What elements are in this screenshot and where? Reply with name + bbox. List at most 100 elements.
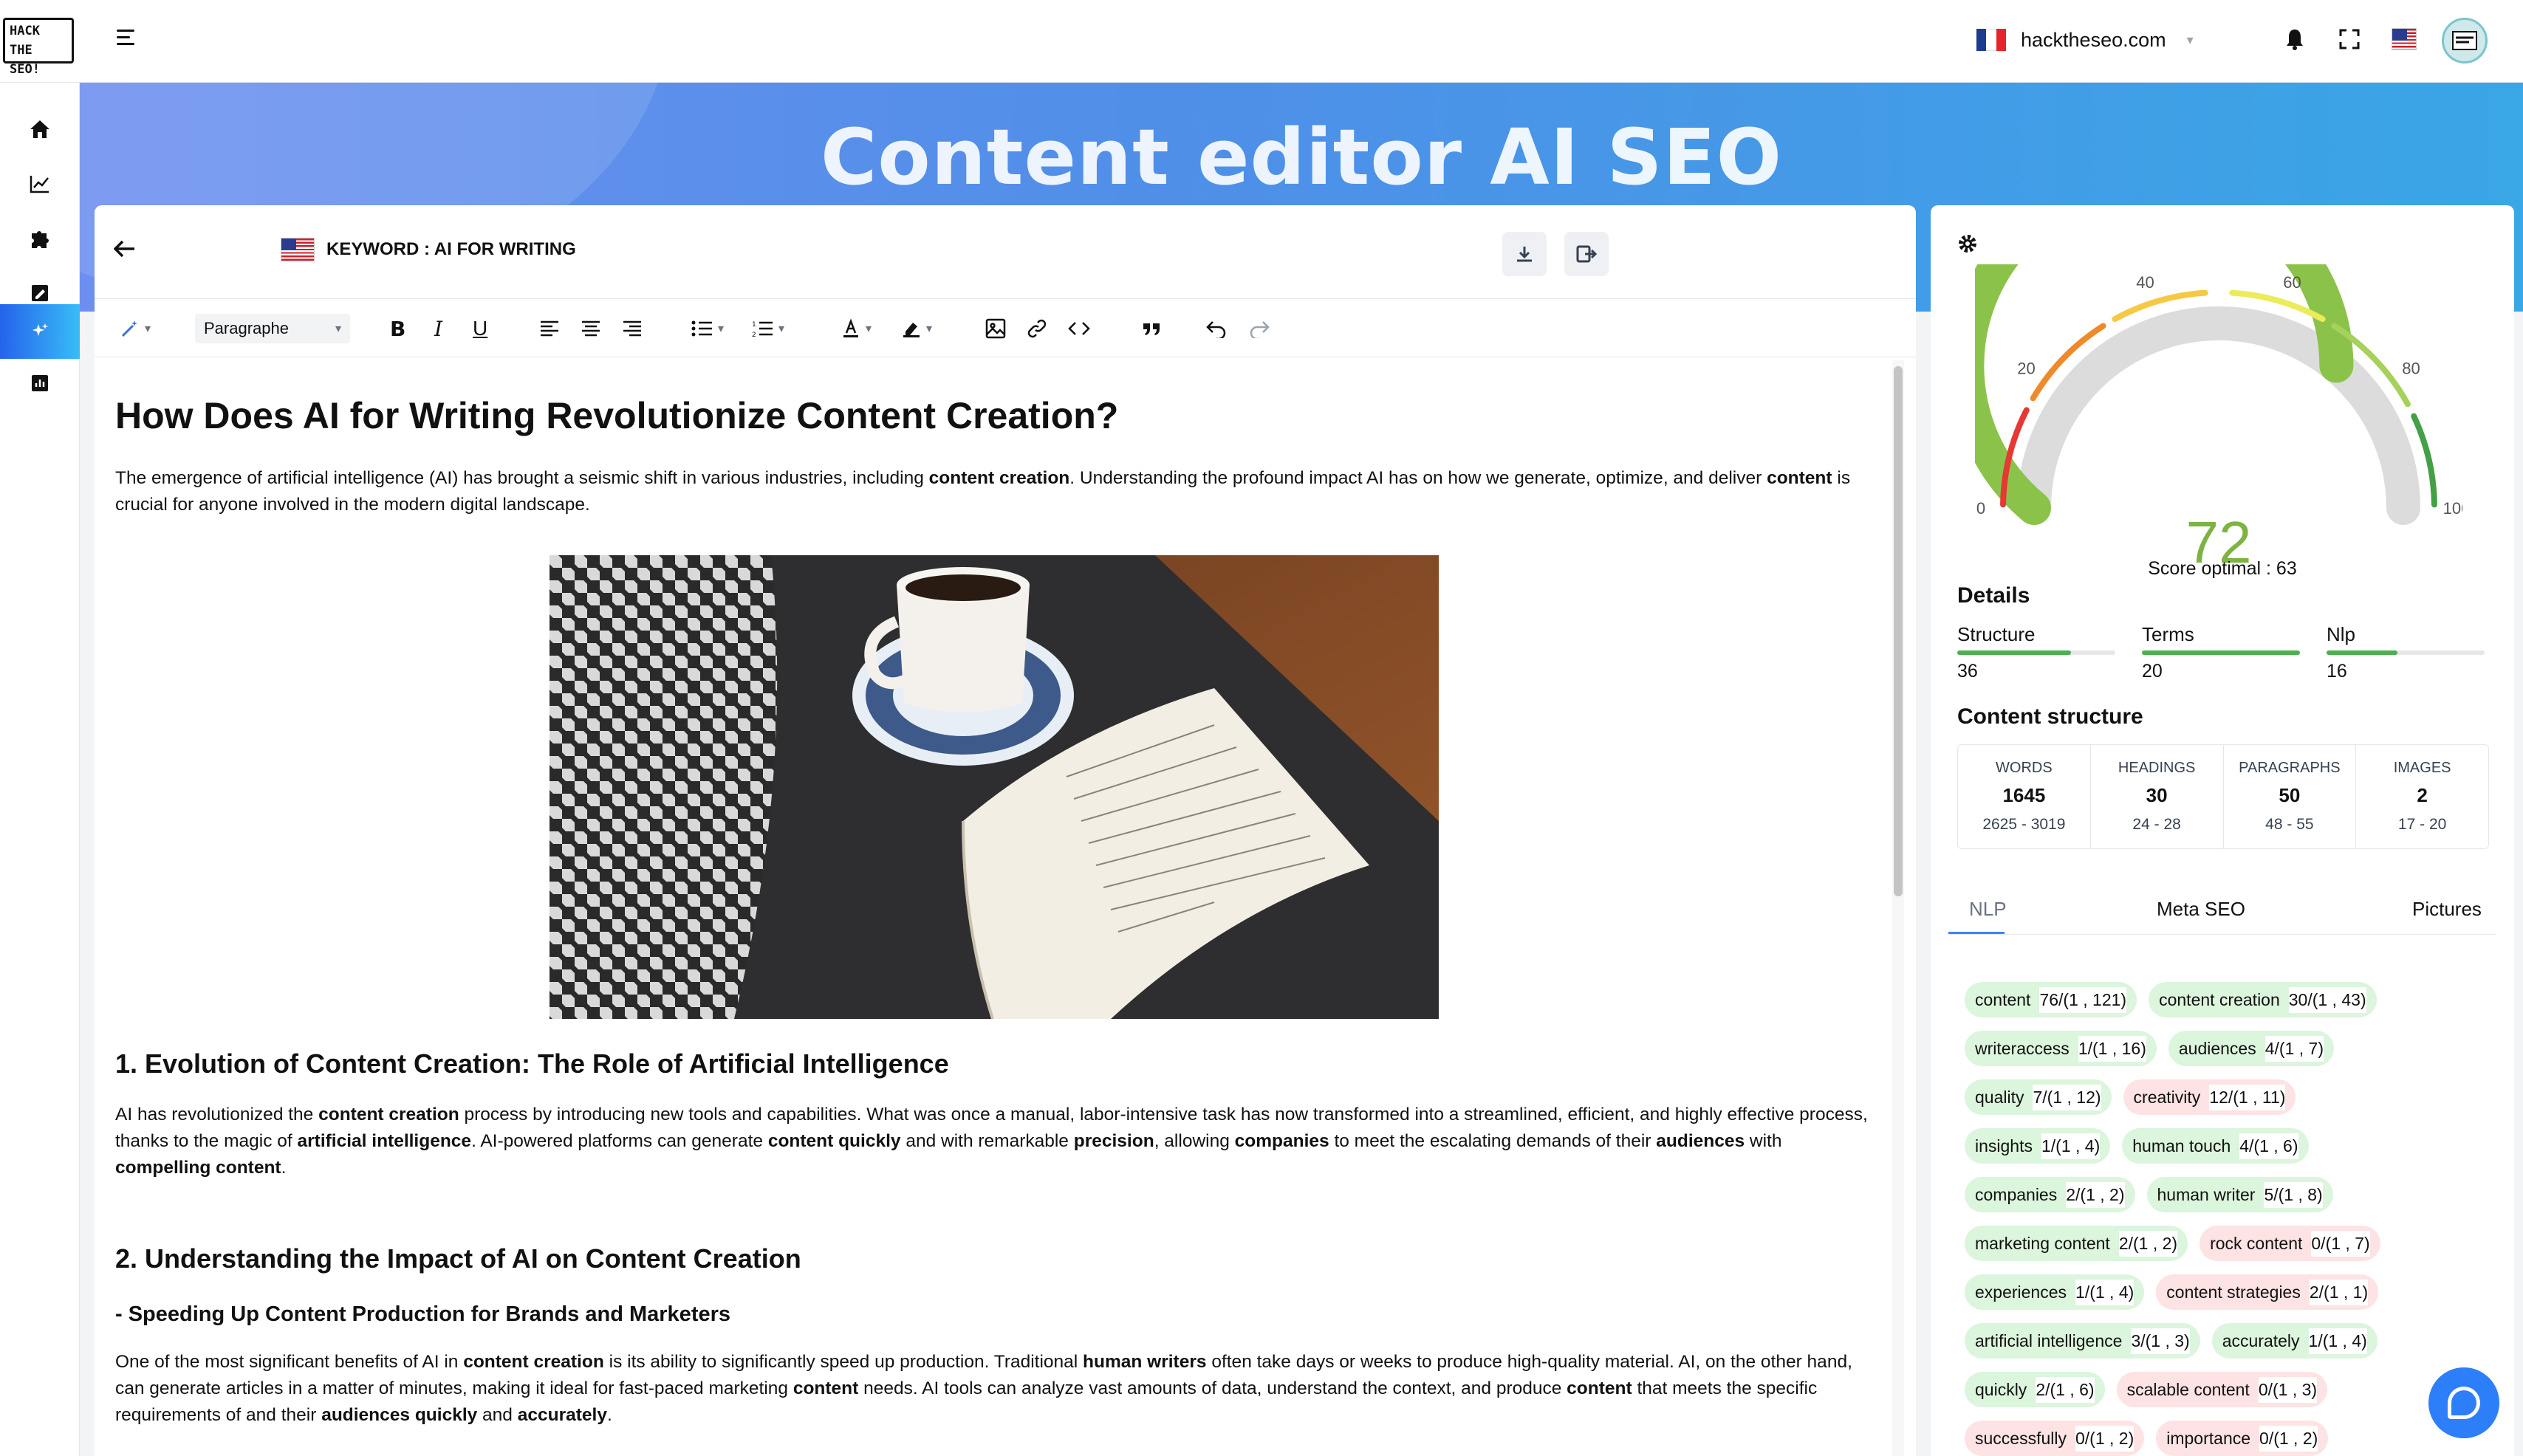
chat-icon	[2448, 1387, 2480, 1419]
intro-paragraph: The emergence of artificial intelligence…	[115, 468, 1851, 515]
bell-icon[interactable]	[2282, 27, 2307, 52]
cs-value: 1645	[2002, 784, 2046, 806]
detail-label: Terms	[2142, 623, 2194, 645]
cs-range: 48 - 55	[2265, 816, 2314, 833]
editor-scrollbar[interactable]	[1892, 360, 1904, 1456]
term-chip[interactable]: artificial intelligence 3/(1 , 3)	[1965, 1323, 2200, 1359]
redo-button[interactable]	[1248, 314, 1270, 343]
term-chip[interactable]: content strategies 2/(1 , 1)	[2156, 1274, 2379, 1310]
quote-icon	[1143, 323, 1160, 335]
term-count: 12/(1 , 11)	[2209, 1084, 2286, 1110]
term-chip[interactable]: rock content 0/(1 , 7)	[2200, 1226, 2380, 1261]
article-image[interactable]	[550, 555, 1439, 1019]
svg-text:2: 2	[752, 332, 756, 337]
sidebar-item-analytics[interactable]	[0, 157, 80, 211]
term-label: quickly	[1975, 1379, 2027, 1399]
code-button[interactable]	[1068, 314, 1090, 343]
numbered-list-dropdown[interactable]: 1 2 ▾	[752, 314, 784, 343]
download-button[interactable]	[1502, 232, 1547, 276]
detail-structure: Structure 36	[1957, 623, 2115, 682]
gauge-tick-label: 80	[2402, 360, 2420, 378]
chat-button[interactable]	[2428, 1367, 2499, 1438]
term-chip[interactable]: marketing content 2/(1 , 2)	[1965, 1226, 2188, 1261]
gear-icon[interactable]	[1957, 233, 1978, 260]
term-label: importance	[2166, 1428, 2251, 1448]
term-chip[interactable]: companies 2/(1 , 2)	[1965, 1177, 2135, 1212]
align-center-icon	[582, 320, 600, 337]
highlighter-icon	[903, 323, 920, 337]
scrollbar-thumb[interactable]	[1894, 366, 1903, 896]
menu-toggle-icon[interactable]	[117, 30, 137, 50]
term-count: 2/(1 , 2)	[2066, 1181, 2125, 1208]
term-chip[interactable]: creativity 12/(1 , 11)	[2123, 1079, 2296, 1115]
term-chip[interactable]: quickly 2/(1 , 6)	[1965, 1372, 2105, 1407]
cs-value: 50	[2279, 784, 2301, 806]
sidebar-item-reports[interactable]	[0, 356, 80, 411]
detail-bar	[2142, 650, 2300, 655]
undo-icon	[1206, 321, 1226, 338]
term-chip[interactable]: importance 0/(1 , 2)	[2156, 1421, 2329, 1456]
term-label: quality	[1975, 1087, 2024, 1107]
term-row: writeraccess 1/(1 , 16) audiences 4/(1 , 7)	[1965, 1031, 2496, 1066]
back-arrow-icon[interactable]	[113, 236, 136, 265]
term-count: 7/(1 , 12)	[2033, 1084, 2101, 1110]
align-left-button[interactable]	[539, 314, 560, 343]
align-right-button[interactable]	[622, 314, 643, 343]
cs-range: 17 - 20	[2397, 816, 2447, 833]
term-chip[interactable]: successfully 0/(1 , 2)	[1965, 1421, 2145, 1456]
underline-button[interactable]: U	[473, 314, 487, 343]
term-row: artificial intelligence 3/(1 , 3) accurate…	[1965, 1323, 2496, 1359]
term-count: 0/(1 , 3)	[2258, 1376, 2318, 1403]
editor-content[interactable]: How Does AI for Writing Revolutionize Co…	[115, 365, 1876, 518]
italic-button[interactable]: I	[434, 314, 442, 343]
logo-line-1: HACK	[10, 24, 40, 38]
cs-range: 24 - 28	[2132, 816, 2181, 833]
term-chip[interactable]: accurately 1/(1 , 4)	[2211, 1323, 2377, 1359]
term-count: 5/(1 , 8)	[2264, 1181, 2323, 1208]
article-h2-2: 2. Understanding the Impact of AI on Con…	[115, 1243, 801, 1274]
term-label: experiences	[1975, 1282, 2067, 1302]
term-chip[interactable]: quality 7/(1 , 12)	[1965, 1079, 2112, 1115]
avatar[interactable]	[2442, 18, 2488, 63]
sidebar-item-extensions[interactable]	[0, 211, 80, 266]
term-count: 1/(1 , 4)	[2041, 1133, 2101, 1159]
term-chip[interactable]: experiences 1/(1 , 4)	[1965, 1274, 2145, 1310]
blockquote-button[interactable]	[1142, 314, 1161, 343]
site-selector[interactable]: hacktheseo.com ▾	[1976, 25, 2194, 55]
editor-content-continued[interactable]: 1. Evolution of Content Creation: The Ro…	[115, 1019, 1876, 1429]
tab-pictures[interactable]: Pictures	[2412, 898, 2482, 921]
term-chip[interactable]: scalable content 0/(1 , 3)	[2116, 1372, 2328, 1407]
tab-nlp[interactable]: NLP	[1969, 898, 2007, 921]
undo-button[interactable]	[1205, 314, 1228, 343]
sidebar-item-home[interactable]	[0, 102, 80, 157]
term-chip[interactable]: writeraccess 1/(1 , 16)	[1965, 1031, 2157, 1066]
term-chip[interactable]: insights 1/(1 , 4)	[1965, 1128, 2111, 1164]
term-chip[interactable]: audiences 4/(1 , 7)	[2168, 1031, 2334, 1066]
app-logo[interactable]: HACK THE SEO!	[3, 18, 74, 77]
nlp-terms-list: content 76/(1 , 121) content creation 30/(1…	[1965, 982, 2496, 1456]
keyword-label: KEYWORD : AI FOR WRITING	[326, 239, 576, 259]
term-chip[interactable]: human touch 4/(1 , 6)	[2122, 1128, 2309, 1164]
export-button[interactable]	[1564, 232, 1609, 276]
bullet-list-dropdown[interactable]: ▾	[691, 314, 724, 343]
term-chip[interactable]: content creation 30/(1 , 43)	[2149, 982, 2377, 1017]
logo-line-2: THE SEO!	[10, 43, 40, 77]
text-color-dropdown[interactable]: ▾	[841, 314, 872, 343]
highlight-dropdown[interactable]: ▾	[901, 314, 932, 343]
cs-value: 30	[2146, 784, 2168, 806]
top-bar: HACK THE SEO! hacktheseo.com ▾	[0, 0, 2523, 83]
term-chip[interactable]: human writer 5/(1 , 8)	[2146, 1177, 2333, 1212]
sidebar-item-ai-writer[interactable]	[0, 304, 80, 359]
language-flag-icon[interactable]	[2392, 27, 2417, 52]
bold-button[interactable]: B	[390, 314, 405, 343]
ai-magic-dropdown[interactable]: ▾	[120, 314, 151, 343]
tab-meta-seo[interactable]: Meta SEO	[2157, 898, 2245, 921]
insert-link-button[interactable]	[1027, 314, 1047, 343]
insert-image-button[interactable]	[985, 314, 1006, 343]
fullscreen-icon[interactable]	[2337, 27, 2362, 52]
term-chip[interactable]: content 76/(1 , 121)	[1965, 982, 2137, 1017]
details-title: Details	[1957, 583, 2030, 608]
block-format-select[interactable]: Paragraphe ▾	[195, 314, 350, 343]
align-center-button[interactable]	[581, 314, 601, 343]
bold-icon: B	[390, 316, 406, 341]
